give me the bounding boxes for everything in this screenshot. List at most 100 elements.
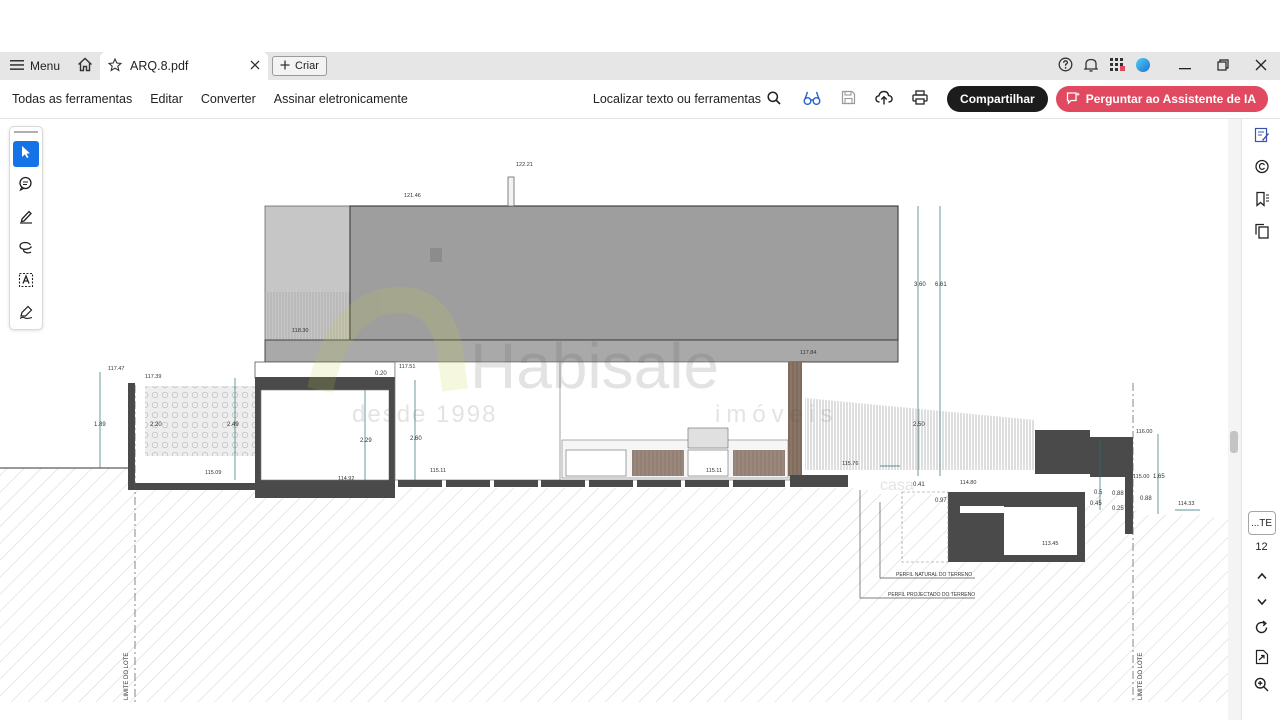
- level-label: 116.00: [1136, 429, 1152, 435]
- apps-button[interactable]: [1104, 52, 1130, 80]
- terrain-natural-label: PERFIL NATURAL DO TERRENO: [896, 572, 972, 578]
- text-box-icon: [18, 272, 34, 293]
- menu-convert[interactable]: Converter: [192, 92, 265, 106]
- dimension-label: 2.50: [913, 422, 925, 428]
- save-icon: [841, 90, 856, 108]
- level-label: 114.92: [338, 476, 354, 482]
- ai-assistant-button[interactable]: Perguntar ao Assistente de IA: [1055, 86, 1268, 112]
- hamburger-icon: [10, 59, 24, 74]
- architectural-section-drawing: Habisale desde 1998 imóveis casa 122.21 …: [0, 162, 1228, 702]
- home-button[interactable]: [70, 52, 100, 80]
- cobogo-wall: [145, 386, 255, 456]
- signature-pen-icon: [18, 304, 34, 325]
- upload-button[interactable]: [869, 84, 899, 114]
- save-button[interactable]: [833, 84, 863, 114]
- chimney: [507, 176, 515, 207]
- select-tool[interactable]: [13, 141, 39, 167]
- star-icon[interactable]: [107, 57, 123, 75]
- refresh-icon: [1254, 620, 1269, 640]
- comment-bubble-icon: [1254, 159, 1270, 180]
- lasso-icon: [18, 240, 34, 261]
- restore-icon: [1217, 58, 1229, 74]
- menu-edit[interactable]: Editar: [141, 92, 192, 106]
- right-rail: ...TE 12: [1241, 119, 1280, 720]
- share-button[interactable]: Compartilhar: [947, 86, 1048, 112]
- file-export-icon: [1255, 649, 1269, 670]
- edit-document-icon: [1254, 127, 1270, 148]
- sign-tool[interactable]: [13, 301, 39, 327]
- tab-document[interactable]: ARQ.8.pdf: [100, 52, 269, 80]
- main-toolbar: Todas as ferramentas Editar Converter As…: [0, 80, 1280, 119]
- menu-button[interactable]: Menu: [0, 52, 70, 80]
- next-page-button[interactable]: [1242, 589, 1280, 615]
- edit-pdf-rail-button[interactable]: [1242, 121, 1280, 153]
- level-label: 115.09: [205, 470, 221, 476]
- dimension-label: 2.60: [410, 436, 422, 442]
- level-label: 115.11: [706, 468, 722, 474]
- minimize-button[interactable]: [1166, 52, 1204, 80]
- previous-page-button[interactable]: [1242, 563, 1280, 589]
- chevron-up-icon: [1256, 567, 1268, 585]
- menu-all-tools[interactable]: Todas as ferramentas: [0, 92, 141, 106]
- panel-grip[interactable]: [14, 131, 38, 133]
- chevron-down-icon: [1256, 593, 1268, 611]
- help-button[interactable]: [1052, 52, 1078, 80]
- dimension-label: 0.41: [913, 482, 925, 488]
- dimension-label: 3.60: [914, 282, 926, 288]
- bookmarks-rail-button[interactable]: [1242, 185, 1280, 217]
- dimension-label: 0.88: [1140, 496, 1152, 502]
- account-button[interactable]: [1130, 52, 1156, 80]
- dimension-label: 0.5: [1094, 490, 1103, 496]
- close-window-button[interactable]: [1242, 52, 1280, 80]
- menu-label: Menu: [30, 59, 61, 73]
- level-label: 113.45: [1042, 541, 1058, 547]
- vertical-scrollbar[interactable]: [1228, 119, 1241, 720]
- rotate-button[interactable]: [1242, 615, 1280, 645]
- dimension-label: 1.65: [1153, 474, 1165, 480]
- ai-tools-button[interactable]: [797, 84, 827, 114]
- page-box-label: ...TE: [1250, 517, 1273, 529]
- quick-tools-panel: [9, 126, 43, 330]
- pen-icon: [18, 208, 34, 229]
- dimension-label: 6.61: [935, 282, 947, 288]
- zoom-in-button[interactable]: [1242, 673, 1280, 701]
- level-label: 117.39: [145, 374, 161, 380]
- level-label: 115.76: [842, 461, 858, 467]
- apps-grid-icon: [1109, 57, 1125, 75]
- barbecue: [687, 427, 729, 449]
- text-tool[interactable]: [13, 269, 39, 295]
- highlight-tool[interactable]: [13, 205, 39, 231]
- print-button[interactable]: [905, 84, 935, 114]
- create-button[interactable]: Criar: [272, 56, 327, 76]
- draw-tool[interactable]: [13, 237, 39, 263]
- cloud-upload-icon: [875, 90, 893, 108]
- watermark-sub: imóveis: [715, 401, 838, 428]
- share-label: Compartilhar: [960, 92, 1035, 106]
- scrollbar-thumb[interactable]: [1230, 431, 1238, 453]
- close-tab-icon[interactable]: [250, 59, 260, 73]
- menu-sign[interactable]: Assinar eletronicamente: [265, 92, 417, 106]
- dimension-label: 1.89: [94, 422, 106, 428]
- search-icon: [767, 90, 781, 108]
- comment-icon: [18, 176, 34, 197]
- restore-button[interactable]: [1204, 52, 1242, 80]
- dimension-label: 0.97: [935, 498, 947, 504]
- printer-icon: [912, 90, 928, 108]
- comment-tool[interactable]: [13, 173, 39, 199]
- create-label: Criar: [295, 60, 319, 72]
- page-thumbnail-box[interactable]: ...TE: [1247, 511, 1276, 535]
- dimension-label: 2.49: [227, 422, 239, 428]
- lot-limit-label: LIMITE DO LOTE: [124, 653, 130, 700]
- extract-page-button[interactable]: [1242, 645, 1280, 673]
- document-canvas[interactable]: Habisale desde 1998 imóveis casa 122.21 …: [0, 119, 1228, 720]
- notifications-button[interactable]: [1078, 52, 1104, 80]
- level-label: 118.30: [292, 328, 308, 334]
- terrain-projected-label: PERFIL PROJECTADO DO TERRENO: [888, 592, 975, 598]
- watermark-brand: Habisale: [470, 330, 719, 402]
- pages-rail-button[interactable]: [1242, 217, 1280, 249]
- dimension-label: 2.20: [150, 422, 162, 428]
- comments-rail-button[interactable]: [1242, 153, 1280, 185]
- level-label: 115.00: [1133, 474, 1149, 480]
- find-tools-search[interactable]: Localizar texto ou ferramentas: [593, 90, 781, 108]
- help-icon: [1058, 57, 1073, 75]
